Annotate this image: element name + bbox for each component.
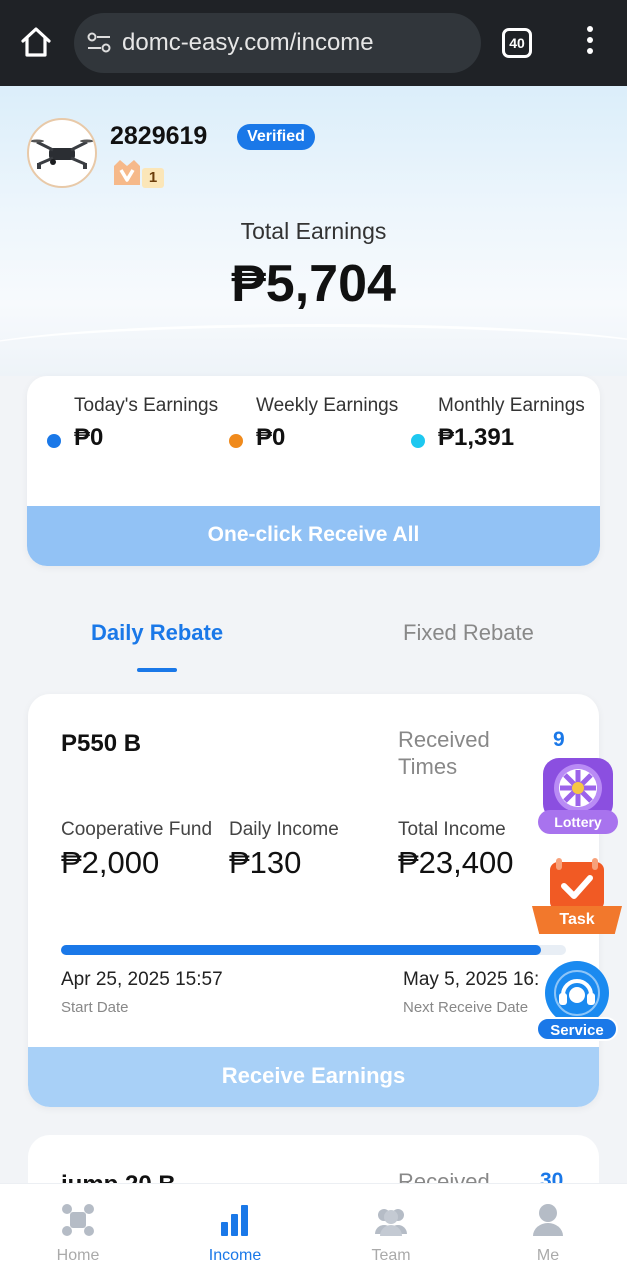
receive-earnings-button[interactable]: Receive Earnings <box>28 1047 599 1107</box>
total-earnings-value: ₱5,704 <box>231 255 396 313</box>
plan-card: P550 B Received Times 9 Cooperative Fund… <box>28 694 599 1107</box>
customer-service-icon <box>545 961 609 1025</box>
bar-chart-icon <box>221 1205 248 1236</box>
header-decoration <box>0 324 627 376</box>
daily-income: Daily Income ₱130 <box>229 818 389 881</box>
home-icon[interactable] <box>18 24 54 60</box>
lottery-label: Lottery <box>538 810 618 834</box>
verified-badge: Verified <box>237 124 315 150</box>
url-text[interactable]: domc-easy.com/income <box>122 29 374 57</box>
cooperative-fund-label: Cooperative Fund <box>61 819 213 840</box>
today-earnings-value: ₱0 <box>74 424 104 451</box>
drone-icon <box>62 1204 94 1236</box>
vip-crown-icon <box>114 160 140 185</box>
nav-label-me: Me <box>536 1247 560 1264</box>
nav-label-income: Income <box>208 1247 262 1264</box>
nav-item-team[interactable]: Team <box>313 1184 469 1280</box>
monthly-earnings: Monthly Earnings ₱1,391 <box>411 394 600 452</box>
today-dot-icon <box>47 434 61 448</box>
nav-item-home[interactable]: Home <box>0 1184 156 1280</box>
weekly-dot-icon <box>229 434 243 448</box>
service-button[interactable]: Service <box>536 955 618 1041</box>
nav-label-team: Team <box>371 1247 411 1264</box>
monthly-earnings-value: ₱1,391 <box>438 424 515 451</box>
vip-level-number: 1 <box>142 168 164 188</box>
total-earnings-label: Total Earnings <box>240 218 387 244</box>
task-label: Task <box>532 906 622 934</box>
nav-item-income[interactable]: Income <box>157 1184 313 1280</box>
start-date-label: Start Date <box>61 999 129 1016</box>
overflow-menu-icon[interactable] <box>580 26 600 60</box>
team-icon <box>375 1209 407 1236</box>
cooperative-fund: Cooperative Fund ₱2,000 <box>61 818 221 881</box>
weekly-earnings-value: ₱0 <box>256 424 286 451</box>
task-button[interactable]: Task <box>532 856 622 936</box>
person-icon <box>533 1204 563 1236</box>
vip-level-badge: 1 <box>112 158 164 188</box>
plan-progress-bar <box>61 945 566 955</box>
monthly-dot-icon <box>411 434 425 448</box>
profile-header: 2829619 Verified 1 Total Earnings ₱5,704 <box>0 86 627 376</box>
service-label: Service <box>536 1017 618 1041</box>
browser-toolbar: domc-easy.com/income 40 <box>0 0 627 86</box>
address-bar[interactable]: domc-easy.com/income <box>74 13 481 73</box>
drone-avatar-icon <box>30 139 94 169</box>
bottom-nav: Home Income Team Me <box>0 1183 627 1280</box>
plan-progress-fill <box>61 945 541 955</box>
active-tab-indicator <box>137 668 177 672</box>
weekly-earnings: Weekly Earnings ₱0 <box>229 394 436 452</box>
avatar[interactable] <box>27 118 97 188</box>
daily-income-label: Daily Income <box>229 819 339 840</box>
cooperative-fund-value: ₱2,000 <box>61 845 160 880</box>
tab-daily-rebate[interactable]: Daily Rebate <box>91 620 223 646</box>
user-id: 2829619 <box>110 122 208 150</box>
receive-all-button[interactable]: One-click Receive All <box>27 506 600 566</box>
tab-switcher-button[interactable]: 40 <box>502 28 532 58</box>
earnings-summary-card: Today's Earnings ₱0 Weekly Earnings ₱0 M… <box>27 376 600 566</box>
nav-label-home: Home <box>56 1247 100 1264</box>
start-date: Apr 25, 2025 15:57 Start Date <box>61 969 223 1016</box>
lottery-button[interactable]: Lottery <box>538 756 618 836</box>
daily-income-value: ₱130 <box>229 845 302 880</box>
received-times-value: 9 <box>553 728 565 751</box>
today-earnings: Today's Earnings ₱0 <box>47 394 254 452</box>
plan-name: P550 B <box>61 730 142 757</box>
start-date-value: Apr 25, 2025 15:57 <box>61 969 223 990</box>
nav-item-me[interactable]: Me <box>470 1184 626 1280</box>
today-earnings-label: Today's Earnings <box>74 395 219 416</box>
received-times-label: Received Times <box>398 727 490 779</box>
tab-fixed-rebate[interactable]: Fixed Rebate <box>403 620 534 646</box>
monthly-earnings-label: Monthly Earnings <box>438 395 585 416</box>
site-settings-icon[interactable] <box>86 31 112 55</box>
weekly-earnings-label: Weekly Earnings <box>256 395 399 416</box>
